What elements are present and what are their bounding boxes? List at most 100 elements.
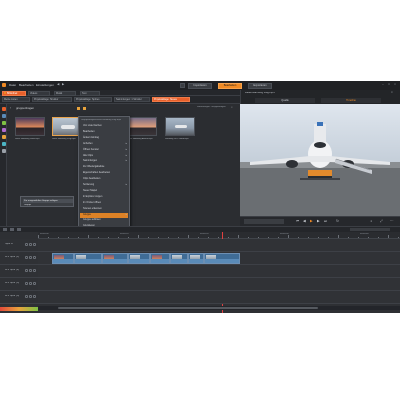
more-icon[interactable]: ⋯: [390, 219, 393, 223]
visibility-icon[interactable]: [33, 243, 36, 246]
context-menu-item[interactable]: Gruppe auflösen: [83, 218, 101, 221]
step-forward-icon[interactable]: ▶: [317, 219, 320, 223]
track-header[interactable]: A/V Spur (1): [0, 252, 38, 265]
step-back-icon[interactable]: ◀: [303, 219, 306, 223]
menu-settings[interactable]: Einstellungen: [36, 84, 54, 87]
preview-player[interactable]: [240, 104, 400, 216]
submenu-group[interactable]: Gruppe: [24, 204, 31, 206]
lock-icon[interactable]: [25, 269, 28, 272]
track-lane[interactable]: [38, 291, 400, 304]
track-lane[interactable]: [38, 265, 400, 278]
mode-import-button[interactable]: Importieren: [188, 83, 212, 89]
lock-icon[interactable]: [25, 295, 28, 298]
redo-icon[interactable]: ▶: [62, 83, 64, 86]
skip-forward-icon[interactable]: ⏭: [324, 219, 327, 223]
track-header[interactable]: A/V Spur (2): [0, 265, 38, 278]
mute-icon[interactable]: [29, 243, 32, 246]
menu-edit[interactable]: Bearbeiten: [19, 84, 34, 87]
audio-icon[interactable]: [1, 121, 6, 125]
context-menu-item[interactable]: Neuer Stapel: [83, 189, 97, 192]
mute-icon[interactable]: [29, 295, 32, 298]
tab-source[interactable]: Quelle: [255, 98, 315, 103]
lock-icon[interactable]: [25, 243, 28, 246]
context-menu-item[interactable]: Clips bearbeiten: [83, 177, 100, 180]
video-icon[interactable]: [1, 114, 6, 118]
tab-sammlungen[interactable]: Sammlungen: 1 Struktur: [114, 97, 150, 102]
context-menu-item[interactable]: Zur Wiedergabeliste: [83, 165, 104, 168]
track-header[interactable]: A/V Spur (4): [0, 291, 38, 304]
marker-icon[interactable]: [10, 228, 14, 231]
minimize-icon[interactable]: –: [381, 83, 385, 87]
loop-icon[interactable]: ↻: [336, 219, 339, 223]
visibility-icon[interactable]: [33, 282, 36, 285]
mute-icon[interactable]: [29, 282, 32, 285]
scrollbar-thumb[interactable]: [58, 307, 318, 309]
track-lane[interactable]: [38, 252, 400, 265]
settings-icon[interactable]: [1, 149, 6, 153]
zoom-slider[interactable]: [350, 228, 390, 231]
mute-icon[interactable]: [29, 269, 32, 272]
maximize-icon[interactable]: □: [387, 83, 391, 87]
thumbnail-sunset-1[interactable]: [15, 117, 45, 136]
back-icon[interactable]: ‹: [10, 106, 11, 110]
track-header[interactable]: A/V Spur (3): [0, 278, 38, 291]
timeline-ruler[interactable]: 00:00:00 00:00:10 00:00:20 00:00:30 00:00:40: [38, 232, 400, 239]
lock-icon[interactable]: [25, 256, 28, 259]
mode-export-button[interactable]: Exportieren: [248, 83, 272, 89]
context-menu-item[interactable]: Bearbeiten: [83, 130, 95, 133]
context-menu-item[interactable]: Sammlungen: [83, 159, 97, 162]
volume-icon[interactable]: ◖: [370, 219, 372, 223]
thumbnail-sunset-2[interactable]: [127, 117, 157, 136]
visibility-icon[interactable]: [33, 256, 36, 259]
tab-struktur[interactable]: Projektablage: Struktur: [32, 97, 72, 102]
visibility-icon[interactable]: [33, 295, 36, 298]
play-icon[interactable]: ▶: [310, 219, 313, 223]
context-menu-item[interactable]: Eigenschaften bearbeiten: [83, 171, 110, 174]
thumbnail-plane-2[interactable]: [165, 117, 195, 136]
track-lane[interactable]: [38, 239, 400, 252]
cut-icon[interactable]: [3, 228, 7, 231]
snap-icon[interactable]: [17, 228, 21, 231]
timeline-clip[interactable]: [128, 253, 150, 264]
effects-icon[interactable]: [1, 135, 6, 139]
context-menu-item[interactable]: Von Liste löschen: [83, 124, 102, 127]
search-icon[interactable]: ⌕: [231, 106, 233, 109]
timecode-field[interactable]: [244, 219, 284, 224]
close-preview-icon[interactable]: ×: [391, 91, 393, 94]
context-menu-item[interactable]: Alle Clips: [83, 154, 93, 157]
home-icon[interactable]: [180, 83, 185, 88]
timeline-clip[interactable]: [188, 253, 204, 264]
context-menu-item[interactable]: Anheften: [83, 142, 93, 145]
track-lane[interactable]: [38, 278, 400, 291]
fullscreen-icon[interactable]: ⤢: [380, 219, 383, 223]
context-menu-item[interactable]: Gruppe: [83, 213, 91, 216]
undo-icon[interactable]: ◀: [57, 83, 59, 86]
close-icon[interactable]: ×: [393, 83, 397, 87]
context-menu-item[interactable]: Im Ordner öffnen: [83, 201, 101, 204]
timeline-clip[interactable]: [150, 253, 170, 264]
filter-icon[interactable]: [77, 107, 80, 110]
context-menu-item[interactable]: Szenen erkennen: [83, 207, 102, 210]
timeline-clip[interactable]: [170, 253, 188, 264]
context-menu-item[interactable]: In Explorer zeigen: [83, 195, 102, 198]
folder-icon[interactable]: [1, 107, 6, 111]
title-icon[interactable]: [1, 128, 6, 132]
timeline-clip[interactable]: [102, 253, 128, 264]
timeline-clip[interactable]: [204, 253, 240, 264]
context-menu-item[interactable]: Ändern Eintrag: [83, 136, 99, 139]
tab-timeline[interactable]: Timeline: [321, 98, 381, 103]
mute-icon[interactable]: [29, 256, 32, 259]
track-header[interactable]: Spur A: [0, 239, 38, 252]
transition-icon[interactable]: [1, 142, 6, 146]
context-menu-item[interactable]: Öffnen Fenster: [83, 148, 99, 151]
submenu-add-to-group[interactable]: Zur ausgewählten Gruppe zufügen: [23, 198, 73, 203]
menu-file[interactable]: Datei: [9, 84, 16, 87]
timeline-scrollbar[interactable]: [38, 306, 400, 310]
tab-neues[interactable]: Projektablage: Neues: [152, 97, 190, 102]
mode-edit-button[interactable]: Bearbeiten: [218, 83, 242, 89]
timeline-clip[interactable]: [74, 253, 102, 264]
skip-back-icon[interactable]: ⏮: [296, 219, 299, 223]
context-menu-item[interactable]: Sortierung: [83, 183, 94, 186]
sort-icon[interactable]: [83, 107, 86, 110]
visibility-icon[interactable]: [33, 269, 36, 272]
